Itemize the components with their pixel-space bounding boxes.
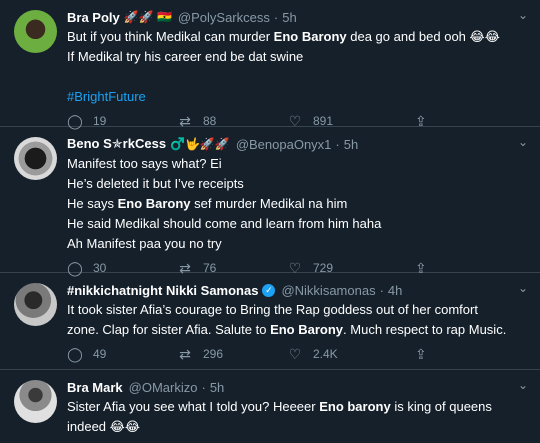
avatar[interactable] (14, 283, 57, 326)
tweet-header: Beno S✯rkCess ♂️🤟🚀🚀 @BenopaOnyx1 · 5h (67, 135, 530, 153)
reply-count: 49 (93, 347, 107, 361)
tweet-content: #nikkichatnight Nikki Samonas ✓ @Nikkisa… (67, 281, 530, 369)
tweet-line: If Medikal try his career end be dat swi… (67, 47, 530, 67)
tweet[interactable]: Bra Mark @OMarkizo · 5h Sister Afia you … (0, 370, 540, 443)
text-segment: He says (67, 196, 118, 211)
chevron-down-icon[interactable]: ⌄ (518, 135, 528, 149)
avatar[interactable] (14, 137, 57, 180)
text-segment: But if you think Medikal can murder (67, 29, 274, 44)
tweet-line: Ah Manifest paa you no try (67, 234, 530, 254)
timestamp[interactable]: 5h (282, 10, 296, 25)
tweet-line: He says Eno Barony sef murder Medikal na… (67, 194, 530, 214)
text-segment: sef murder Medikal na him (190, 196, 348, 211)
tweet-text: Sister Afia you see what I told you? Hee… (67, 397, 530, 437)
separator-dot: · (379, 282, 384, 298)
text-segment: indeed 😂😂 (67, 419, 141, 434)
avatar[interactable] (14, 380, 57, 423)
chevron-down-icon[interactable]: ⌄ (518, 378, 528, 392)
chevron-down-icon[interactable]: ⌄ (518, 8, 528, 22)
text-segment: He said Medikal should come and learn fr… (67, 216, 382, 231)
chevron-down-icon[interactable]: ⌄ (518, 281, 528, 295)
tweet-header: Bra Poly 🚀🚀 🇬🇭 @PolySarkcess · 5h (67, 8, 530, 26)
separator-dot: · (273, 9, 279, 25)
tweet-text: But if you think Medikal can murder Eno … (67, 27, 530, 107)
text-segment: Sister Afia you see what I told you? Hee… (67, 399, 320, 414)
tweet-line: indeed 😂😂 (67, 417, 530, 437)
hashtag-link[interactable]: #BrightFuture (67, 89, 146, 104)
tweet-line: He said Medikal should come and learn fr… (67, 214, 530, 234)
user-handle[interactable]: @PolySarkcess (178, 10, 270, 25)
reply-button[interactable]: ◯ 49 (67, 346, 177, 363)
text-segment: He’s deleted it but I’ve receipts (67, 176, 244, 191)
name-emoji: 🚀🚀 🇬🇭 (123, 10, 172, 24)
tweet-line: But if you think Medikal can murder Eno … (67, 27, 530, 47)
line-spacer (67, 67, 530, 87)
timestamp[interactable]: 5h (210, 380, 224, 395)
verified-badge-icon: ✓ (262, 283, 276, 297)
tweet-content: Bra Mark @OMarkizo · 5h Sister Afia you … (67, 378, 530, 443)
tweet-header: Bra Mark @OMarkizo · 5h (67, 378, 530, 396)
share-icon[interactable]: ⇪ (415, 346, 427, 363)
tweet-header: #nikkichatnight Nikki Samonas ✓ @Nikkisa… (67, 281, 530, 299)
like-count: 891 (313, 114, 334, 128)
tweet-content: Bra Poly 🚀🚀 🇬🇭 @PolySarkcess · 5h But if… (67, 8, 530, 129)
tweet-content: Beno S✯rkCess ♂️🤟🚀🚀 @BenopaOnyx1 · 5h Ma… (67, 135, 530, 276)
display-name[interactable]: Beno S✯rkCess (67, 136, 166, 152)
retweet-icon: ⇄ (179, 345, 191, 362)
text-segment: dea go and bed ooh 😂😂 (346, 29, 500, 44)
tweet-actions: ◯ 49 ⇄ 296 ♡ 2.4K ⇪ (67, 344, 530, 364)
tweet-line: It took sister Afia’s courage to Bring t… (67, 300, 530, 320)
tweet-line: Sister Afia you see what I told you? Hee… (67, 397, 530, 417)
reply-count: 19 (93, 114, 107, 128)
text-segment: Manifest too says what? Ei (67, 156, 222, 171)
tweet-text: Manifest too says what? Ei He’s deleted … (67, 154, 530, 254)
tweet[interactable]: #nikkichatnight Nikki Samonas ✓ @Nikkisa… (0, 273, 540, 370)
heart-icon: ♡ (288, 345, 302, 362)
text-segment: If Medikal try his career end be dat swi… (67, 49, 304, 64)
user-handle[interactable]: @BenopaOnyx1 (236, 137, 332, 152)
bold-text: Eno Barony (273, 29, 347, 44)
retweet-count: 88 (203, 114, 217, 128)
like-count: 2.4K (313, 347, 338, 361)
separator-dot: · (335, 136, 340, 152)
timeline-feed: Bra Poly 🚀🚀 🇬🇭 @PolySarkcess · 5h But if… (0, 0, 540, 443)
tweet[interactable]: Beno S✯rkCess ♂️🤟🚀🚀 @BenopaOnyx1 · 5h Ma… (0, 127, 540, 276)
tweet-line: #BrightFuture (67, 87, 530, 107)
tweet-text: It took sister Afia’s courage to Bring t… (67, 300, 530, 340)
retweet-button[interactable]: ⇄ 296 (177, 346, 287, 363)
separator-dot: · (201, 379, 206, 395)
bold-text: Eno barony (319, 399, 391, 414)
user-handle[interactable]: @Nikkisamonas (281, 283, 375, 298)
display-name[interactable]: Bra Mark (67, 380, 123, 395)
retweet-count: 296 (203, 347, 224, 361)
avatar[interactable] (14, 10, 57, 53)
text-segment: It took sister Afia’s courage to Bring t… (67, 302, 478, 317)
text-segment: is king of queens (390, 399, 492, 414)
text-segment: Ah Manifest paa you no try (67, 236, 222, 251)
tweet-line: He’s deleted it but I’ve receipts (67, 174, 530, 194)
user-handle[interactable]: @OMarkizo (129, 380, 198, 395)
timestamp[interactable]: 5h (344, 137, 358, 152)
tweet-line: Manifest too says what? Ei (67, 154, 530, 174)
timestamp[interactable]: 4h (388, 283, 402, 298)
bold-text: Eno Barony (270, 322, 344, 337)
text-segment: zone. Clap for sister Afia. Salute to (67, 322, 271, 337)
tweet[interactable]: Bra Poly 🚀🚀 🇬🇭 @PolySarkcess · 5h But if… (0, 0, 540, 129)
bold-text: Eno Barony (117, 196, 191, 211)
display-name[interactable]: Bra Poly (67, 10, 120, 25)
name-emoji: ♂️🤟🚀🚀 (170, 137, 230, 151)
text-segment: . Much respect to rap Music. (343, 322, 507, 337)
reply-icon: ◯ (67, 345, 83, 362)
like-button[interactable]: ♡ 2.4K (287, 346, 397, 363)
display-name[interactable]: #nikkichatnight Nikki Samonas (67, 283, 258, 298)
tweet-line: zone. Clap for sister Afia. Salute to En… (67, 320, 530, 340)
